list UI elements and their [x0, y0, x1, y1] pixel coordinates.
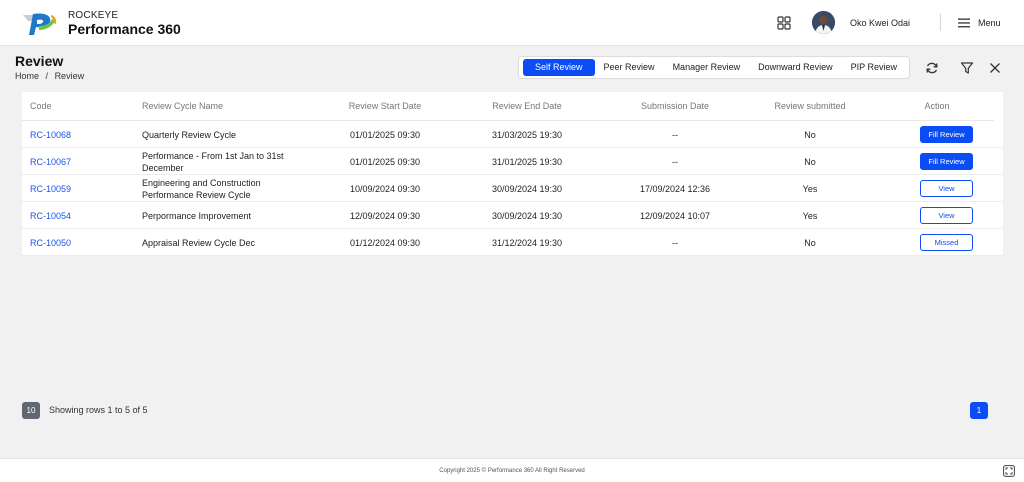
row-start-date: 01/01/2025 09:30 — [349, 130, 421, 140]
row-end-date: 31/03/2025 19:30 — [491, 130, 563, 140]
row-cycle-name: Quarterly Review Cycle — [142, 130, 237, 140]
close-icon[interactable] — [988, 61, 1002, 75]
column-header-review-submitted: Review submitted — [774, 101, 846, 111]
row-submission-date: 17/09/2024 12:36 — [639, 184, 711, 194]
row-review-submitted: No — [804, 238, 816, 248]
footer: Copyright 2025 © Performance 360 All Rig… — [0, 458, 1024, 482]
row-start-date: 01/12/2024 09:30 — [349, 238, 421, 248]
row-start-date: 12/09/2024 09:30 — [349, 211, 421, 221]
view-button[interactable]: View — [920, 180, 973, 197]
row-cycle-name: Performance - From 1st Jan to 31st Decem… — [142, 150, 284, 174]
missed-button[interactable]: Missed — [920, 234, 973, 251]
column-header-action: Action — [924, 101, 950, 111]
rockeye-logo — [23, 13, 57, 36]
user-name[interactable]: Oko Kwei Odai — [850, 18, 910, 28]
tab-manager-review[interactable]: Manager Review — [664, 59, 750, 76]
row-code-link[interactable]: RC-10054 — [30, 211, 71, 221]
row-review-submitted: Yes — [802, 211, 818, 221]
grid-apps-icon[interactable] — [777, 16, 791, 30]
breadcrumb-home[interactable]: Home — [15, 71, 39, 81]
row-cycle-name-line1: Engineering and Construction — [142, 178, 261, 188]
row-review-submitted: Yes — [802, 184, 818, 194]
menu-label: Menu — [978, 18, 1001, 28]
row-code-link[interactable]: RC-10067 — [30, 157, 71, 167]
column-header-cycle-name: Review Cycle Name — [142, 101, 224, 111]
row-cycle-name: Perpormance Improvement — [142, 211, 252, 221]
filter-icon[interactable] — [960, 61, 974, 75]
fill-review-button[interactable]: Fill Review — [920, 126, 973, 143]
tab-downward-review[interactable]: Downward Review — [749, 59, 842, 76]
copyright-text: Copyright 2025 © Performance 360 All Rig… — [439, 468, 585, 474]
row-code-link[interactable]: RC-10059 — [30, 184, 71, 194]
page-size-selector[interactable]: 10 — [22, 402, 40, 419]
column-header-code: Code — [30, 101, 52, 111]
row-end-date: 30/09/2024 19:30 — [491, 184, 563, 194]
row-cycle-name-line2: Performance Review Cycle — [142, 190, 251, 200]
table-row: RC-10050 Appraisal Review Cycle Dec 01/1… — [22, 229, 1003, 256]
table-row: RC-10059 Engineering and Construction Pe… — [22, 175, 1003, 202]
row-start-date: 10/09/2024 09:30 — [349, 184, 421, 194]
column-header-end-date: Review End Date — [492, 101, 562, 111]
row-cycle-name: Engineering and Construction Performance… — [142, 177, 261, 201]
row-submission-date: -- — [672, 130, 678, 140]
row-end-date: 31/01/2025 19:30 — [491, 157, 563, 167]
row-cycle-name-line1: Performance - From 1st Jan to 31st — [142, 151, 284, 161]
reviews-table: Code Review Cycle Name Review Start Date… — [22, 92, 1003, 256]
review-type-tabs: Self Review Peer Review Manager Review D… — [518, 56, 910, 79]
rows-info: Showing rows 1 to 5 of 5 — [49, 405, 148, 415]
row-submission-date: -- — [672, 238, 678, 248]
row-cycle-name: Appraisal Review Cycle Dec — [142, 238, 256, 248]
row-code-link[interactable]: RC-10050 — [30, 238, 71, 248]
table-row: RC-10067 Performance - From 1st Jan to 3… — [22, 148, 1003, 175]
brand-product-name: Performance 360 — [68, 21, 181, 37]
tab-peer-review[interactable]: Peer Review — [595, 59, 664, 76]
menu-button[interactable]: Menu — [958, 15, 1001, 31]
row-code-link[interactable]: RC-10068 — [30, 130, 71, 140]
top-bar: ROCKEYE Performance 360 Oko Kwei Odai Me… — [0, 0, 1024, 46]
fullscreen-icon[interactable] — [1003, 465, 1015, 477]
row-submission-date: -- — [672, 157, 678, 167]
row-end-date: 30/09/2024 19:30 — [491, 211, 563, 221]
page-number-button[interactable]: 1 — [970, 402, 988, 419]
row-cycle-name-line2: December — [142, 163, 184, 173]
table-header: Code Review Cycle Name Review Start Date… — [22, 92, 994, 121]
column-header-submission-date: Submission Date — [640, 101, 710, 111]
row-start-date: 01/01/2025 09:30 — [349, 157, 421, 167]
brand-company-name: ROCKEYE — [68, 10, 119, 21]
row-submission-date: 12/09/2024 10:07 — [639, 211, 711, 221]
breadcrumb-separator: / — [45, 71, 49, 81]
user-avatar[interactable] — [812, 11, 835, 34]
tab-self-review[interactable]: Self Review — [523, 59, 595, 76]
row-end-date: 31/12/2024 19:30 — [491, 238, 563, 248]
column-header-start-date: Review Start Date — [348, 101, 422, 111]
user-photo-icon — [812, 11, 835, 34]
tab-pip-review[interactable]: PIP Review — [842, 59, 906, 76]
breadcrumb-current: Review — [54, 71, 85, 81]
page-title: Review — [15, 53, 64, 69]
view-button[interactable]: View — [920, 207, 973, 224]
row-review-submitted: No — [804, 157, 816, 167]
header-divider — [940, 14, 941, 31]
row-review-submitted: No — [804, 130, 816, 140]
table-row: RC-10054 Perpormance Improvement 12/09/2… — [22, 202, 1003, 229]
refresh-icon[interactable] — [925, 61, 939, 75]
breadcrumb: Home / Review — [15, 71, 84, 81]
hamburger-menu-icon — [958, 18, 970, 28]
fill-review-button[interactable]: Fill Review — [920, 153, 973, 170]
table-row: RC-10068 Quarterly Review Cycle 01/01/20… — [22, 121, 1003, 148]
